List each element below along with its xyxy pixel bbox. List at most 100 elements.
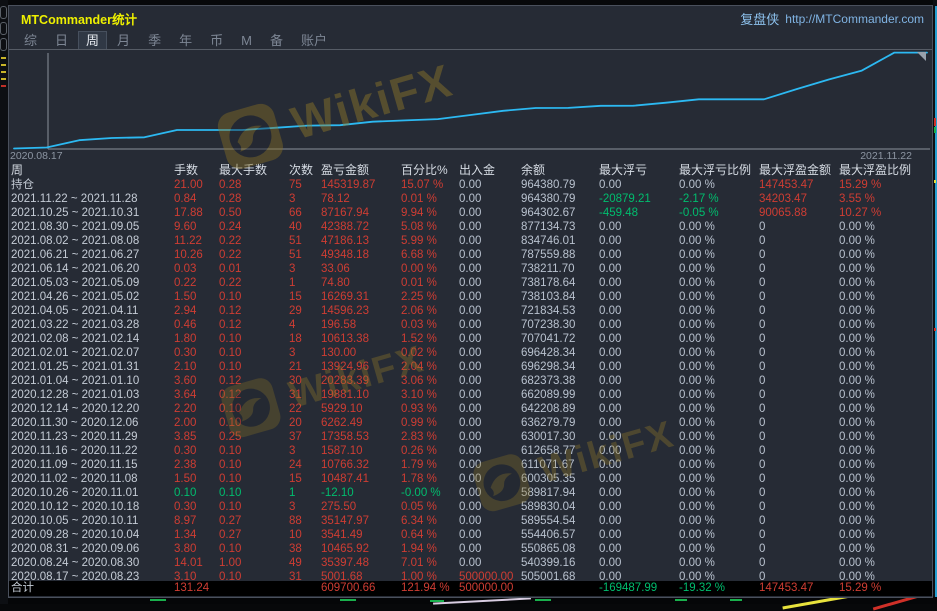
table-row[interactable]: 2020.11.09 ~ 2020.11.152.380.102410766.3… [9,458,932,472]
cell-9: 0.00 % [679,332,759,346]
tab-备[interactable]: 备 [263,32,290,49]
table-row[interactable]: 2020.08.24 ~ 2020.08.3014.011.004935397.… [9,556,932,570]
table-row[interactable]: 2020.09.28 ~ 2020.10.041.340.27103541.49… [9,528,932,542]
cell-0: 2021.01.25 ~ 2021.01.31 [11,360,174,374]
cell-1: 2.38 [174,458,219,472]
table-row[interactable]: 2020.08.31 ~ 2020.09.063.800.103810465.9… [9,542,932,556]
table-row[interactable]: 2021.08.30 ~ 2021.09.059.600.244042388.7… [9,220,932,234]
cell-2: 0.12 [219,304,289,318]
cell-2: 0.12 [219,374,289,388]
cell-7: 589554.54 [521,514,599,528]
cell-9: 0.00 % [679,178,759,192]
table-row[interactable]: 持仓21.000.2875145319.8715.07 %0.00964380.… [9,178,932,192]
cell-0: 2021.06.21 ~ 2021.06.27 [11,248,174,262]
cell-7: 964302.67 [521,206,599,220]
table-row[interactable]: 2020.11.30 ~ 2020.12.062.000.10206262.49… [9,416,932,430]
tab-季[interactable]: 季 [141,32,168,49]
cell-0: 2021.08.30 ~ 2021.09.05 [11,220,174,234]
cell-10: 0 [759,444,839,458]
cell-3: 40 [289,220,321,234]
table-row[interactable]: 2021.06.21 ~ 2021.06.2710.260.225149348.… [9,248,932,262]
cell-8: 0.00 [599,388,679,402]
table-row[interactable]: 2021.08.02 ~ 2021.08.0811.220.225147186.… [9,234,932,248]
tab-周[interactable]: 周 [79,32,106,49]
tab-年[interactable]: 年 [172,32,199,49]
tab-月[interactable]: 月 [110,32,137,49]
col-header-7: 余额 [521,163,599,178]
table-row[interactable]: 2021.01.25 ~ 2021.01.312.100.102113924.9… [9,360,932,374]
brand-name: 复盘侠 [740,9,779,28]
total-cell-11: 15.29 % [839,581,929,596]
cell-1: 2.10 [174,360,219,374]
cell-9: 0.00 % [679,346,759,360]
cell-11: 0.00 % [839,472,929,486]
cell-1: 0.10 [174,486,219,500]
cell-7: 612658.77 [521,444,599,458]
cell-7: 550865.08 [521,542,599,556]
cell-5: 0.03 % [401,318,459,332]
cell-5: 0.64 % [401,528,459,542]
window-titlebar[interactable]: MTCommander统计 复盘侠 http://MTCommander.com [9,6,932,31]
cell-8: 0.00 [599,472,679,486]
cell-10: 90065.88 [759,206,839,220]
cell-0: 2020.12.14 ~ 2020.12.20 [11,402,174,416]
cell-3: 21 [289,360,321,374]
cell-11: 0.00 % [839,514,929,528]
tab-账户[interactable]: 账户 [294,32,334,49]
table-row[interactable]: 2021.11.22 ~ 2021.11.280.840.28378.120.0… [9,192,932,206]
resize-grip-icon[interactable] [917,52,926,61]
tab-日[interactable]: 日 [48,32,75,49]
cell-11: 0.00 % [839,346,929,360]
brand-url[interactable]: http://MTCommander.com [785,12,924,26]
cell-6: 0.00 [459,500,521,514]
total-cell-4: 609700.66 [321,581,401,596]
tab-M[interactable]: M [234,32,259,49]
underlying-candle [934,127,936,133]
total-cell-8: -169487.99 [599,581,679,596]
cell-5: 0.01 % [401,192,459,206]
table-row[interactable]: 2020.11.02 ~ 2020.11.081.500.101510487.4… [9,472,932,486]
table-row[interactable]: 2021.01.04 ~ 2021.01.103.600.123020283.3… [9,374,932,388]
table-row[interactable]: 2021.02.08 ~ 2021.02.141.800.101810613.3… [9,332,932,346]
underlying-candle [1,78,6,80]
tab-综[interactable]: 综 [17,32,44,49]
cell-7: 721834.53 [521,304,599,318]
table-row[interactable]: 2020.12.14 ~ 2020.12.202.200.10225929.10… [9,402,932,416]
cell-10: 0 [759,416,839,430]
cell-4: 10465.92 [321,542,401,556]
table-row[interactable]: 2020.11.16 ~ 2020.11.220.300.1031587.100… [9,444,932,458]
cell-10: 0 [759,304,839,318]
table-row[interactable]: 2021.04.26 ~ 2021.05.021.500.101516269.3… [9,290,932,304]
table-row[interactable]: 2021.02.01 ~ 2021.02.070.300.103130.000.… [9,346,932,360]
cell-4: 33.06 [321,262,401,276]
cell-9: 0.00 % [679,486,759,500]
table-row[interactable]: 2021.10.25 ~ 2021.10.3117.880.506687167.… [9,206,932,220]
cell-0: 2021.06.14 ~ 2021.06.20 [11,262,174,276]
cell-4: 275.50 [321,500,401,514]
cell-1: 1.50 [174,472,219,486]
cell-3: 10 [289,528,321,542]
table-row[interactable]: 2021.03.22 ~ 2021.03.280.460.124196.580.… [9,318,932,332]
cell-1: 2.20 [174,402,219,416]
cell-0: 2021.05.03 ~ 2021.05.09 [11,276,174,290]
cell-3: 15 [289,290,321,304]
cell-4: -12.10 [321,486,401,500]
brand-link[interactable]: 复盘侠 http://MTCommander.com [740,9,924,28]
table-row[interactable]: 2021.06.14 ~ 2021.06.200.030.01333.060.0… [9,262,932,276]
table-row[interactable]: 2020.10.26 ~ 2020.11.010.100.101-12.10-0… [9,486,932,500]
tab-币[interactable]: 币 [203,32,230,49]
table-row[interactable]: 2021.04.05 ~ 2021.04.112.940.122914596.2… [9,304,932,318]
table-row[interactable]: 2020.11.23 ~ 2020.11.293.850.253717358.5… [9,430,932,444]
cell-6: 0.00 [459,234,521,248]
table-row[interactable]: 2021.05.03 ~ 2021.05.090.220.22174.800.0… [9,276,932,290]
table-row[interactable]: 2020.12.28 ~ 2021.01.033.640.123119881.1… [9,388,932,402]
underlying-candle [934,328,936,331]
cell-6: 0.00 [459,206,521,220]
cell-1: 3.64 [174,388,219,402]
table-row[interactable]: 2020.10.12 ~ 2020.10.180.300.103275.500.… [9,500,932,514]
cell-1: 3.85 [174,430,219,444]
cell-3: 1 [289,276,321,290]
cell-4: 42388.72 [321,220,401,234]
cell-7: 738103.84 [521,290,599,304]
table-row[interactable]: 2020.10.05 ~ 2020.10.118.970.278835147.9… [9,514,932,528]
